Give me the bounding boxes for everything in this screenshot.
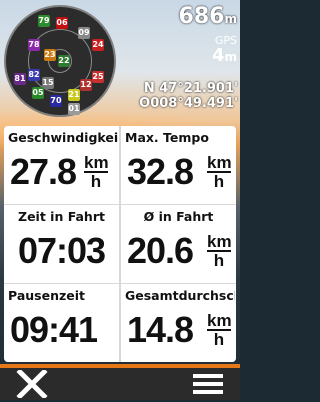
field-moving-average[interactable]: Ø in Fahrt 20.6 km h	[121, 205, 236, 283]
field-moving-time[interactable]: Zeit in Fahrt 07:03	[4, 205, 119, 283]
unit-numerator: km	[207, 153, 232, 173]
field-value: 27.8	[10, 151, 77, 192]
close-button[interactable]	[14, 368, 50, 400]
gps-accuracy-unit: m	[224, 50, 237, 64]
satellite-marker: 06	[56, 17, 68, 29]
field-max-speed[interactable]: Max. Tempo 32.8 km h	[121, 126, 236, 204]
field-value: 07:03	[18, 230, 106, 271]
elevation-unit: m	[224, 12, 237, 26]
satellite-marker: 23	[44, 49, 56, 61]
unit-numerator: km	[207, 311, 232, 331]
menu-button[interactable]	[190, 370, 226, 398]
satellite-marker: 22	[58, 55, 70, 67]
field-label: Ø in Fahrt	[143, 209, 214, 224]
close-icon	[16, 368, 48, 400]
field-label: Zeit in Fahrt	[18, 209, 105, 224]
satellite-marker: 01	[68, 103, 80, 115]
satellite-marker: 25	[92, 71, 104, 83]
satellite-marker: 09	[78, 27, 90, 39]
field-unit: km h	[207, 232, 232, 270]
field-value: 20.6	[127, 230, 194, 271]
satellite-marker: 21	[68, 89, 80, 101]
unit-numerator: km	[207, 232, 232, 252]
field-value: 14.8	[127, 309, 194, 350]
field-value: 09:41	[10, 309, 98, 350]
unit-denominator: h	[213, 172, 225, 191]
field-label: Max. Tempo	[125, 130, 209, 145]
satellite-skyview: 79 06 09 24 78 23 22 81 82 25 15 05 12 2…	[4, 5, 116, 117]
satellite-marker: 81	[14, 73, 26, 85]
field-stopped-time[interactable]: Pausenzeit 09:41	[4, 284, 119, 362]
field-unit: km h	[207, 153, 232, 191]
field-value: 32.8	[127, 151, 194, 192]
satellite-marker: 05	[32, 87, 44, 99]
satellite-marker: 12	[80, 79, 92, 91]
field-unit: km h	[207, 311, 232, 349]
field-label: Geschwindigkeit	[8, 130, 118, 145]
accent-stripe	[0, 364, 240, 368]
unit-denominator: h	[90, 172, 102, 191]
gps-accuracy-value: 4	[211, 45, 225, 66]
field-speed[interactable]: Geschwindigkeit 27.8 km h	[4, 126, 119, 204]
bottom-bar	[0, 364, 240, 400]
unit-denominator: h	[213, 251, 225, 270]
satellite-marker: 79	[38, 15, 50, 27]
satellite-marker: 24	[92, 39, 104, 51]
position-coordinates: N 47°21.901' O008°49.491'	[128, 81, 238, 111]
field-label: Gesamtdurchsch	[125, 288, 235, 303]
header-panel: 79 06 09 24 78 23 22 81 82 25 15 05 12 2…	[0, 0, 240, 124]
field-label: Pausenzeit	[8, 288, 85, 303]
gps-label: GPS	[214, 34, 237, 47]
gps-accuracy-readout: 4m	[179, 47, 237, 66]
menu-icon	[193, 374, 223, 394]
gps-status: 686m GPS 4m	[179, 5, 237, 66]
unit-numerator: km	[84, 153, 109, 173]
data-fields-grid: Geschwindigkeit 27.8 km h Max. Tempo 32.…	[4, 126, 236, 362]
satellite-marker: 70	[50, 95, 62, 107]
elevation-value: 686	[178, 4, 225, 29]
field-unit: km h	[84, 153, 109, 191]
unit-denominator: h	[213, 330, 225, 349]
latitude: N 47°21.901'	[143, 81, 238, 96]
satellite-marker: 78	[28, 39, 40, 51]
longitude: O008°49.491'	[139, 96, 238, 111]
field-overall-average[interactable]: Gesamtdurchsch 14.8 km h	[121, 284, 236, 362]
satellite-marker: 82	[28, 69, 40, 81]
elevation-readout: 686m	[179, 5, 237, 31]
